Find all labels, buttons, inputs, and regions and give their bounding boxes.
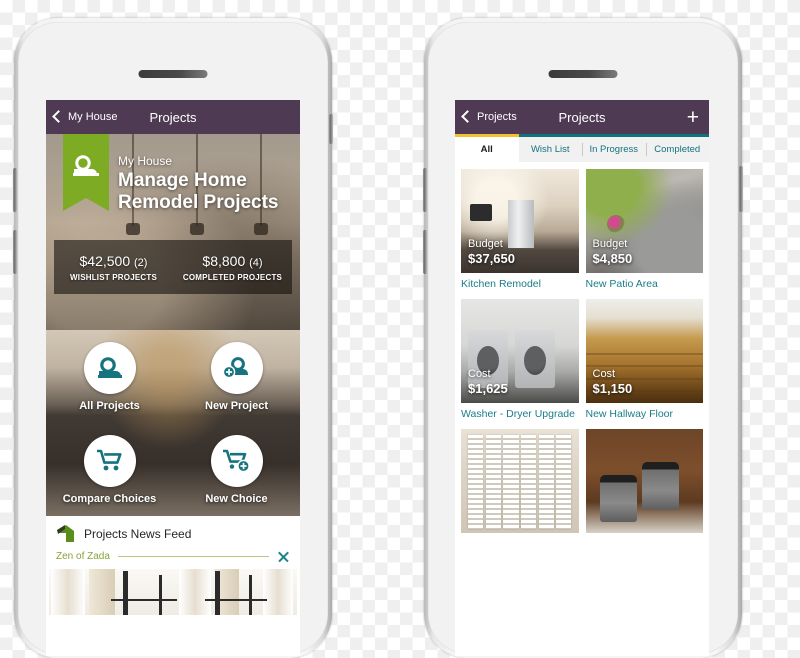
news-feed-divider xyxy=(117,556,269,557)
project-card[interactable] xyxy=(461,428,579,533)
tab-wish-list[interactable]: Wish List xyxy=(518,134,582,162)
back-button-label: Projects xyxy=(477,111,517,123)
project-caption-key: Budget xyxy=(592,238,628,251)
earpiece-speaker-right xyxy=(548,70,618,78)
shopping-cart-icon xyxy=(96,449,121,471)
back-button-projects[interactable]: Projects xyxy=(455,110,517,123)
project-card[interactable] xyxy=(585,428,703,533)
projects-grid: Budget $37,650 Kitchen Remodel Budget $4… xyxy=(455,162,709,533)
shopping-cart-plus-icon xyxy=(222,449,250,473)
project-card[interactable]: Budget $4,850 New Patio Area xyxy=(585,169,704,292)
tab-in-progress-label: In Progress xyxy=(589,144,639,155)
phone-device-right: Projects Projects + All Wish List In Pro… xyxy=(423,18,743,658)
tab-in-progress[interactable]: In Progress xyxy=(582,134,646,162)
kitchen-thumbnail: Budget $37,650 xyxy=(461,169,579,273)
tape-measure-icon xyxy=(97,356,122,378)
project-card[interactable]: Cost $1,625 Washer - Dryer Upgrade xyxy=(461,298,579,422)
hero-headline-line2: Remodel Projects xyxy=(118,192,279,214)
window-shutters-thumbnail xyxy=(461,428,579,533)
news-feed-item-label[interactable]: Zen of Zada xyxy=(56,551,110,562)
tab-completed-label: Completed xyxy=(654,144,701,155)
stat-wishlist-value: $42,500 xyxy=(79,252,131,269)
tape-measure-plus-icon xyxy=(222,356,248,378)
back-button-my-house[interactable]: My House xyxy=(46,110,118,123)
news-feed-title: Projects News Feed xyxy=(84,527,192,541)
quick-actions-section: All Projects New Project Compare Choices… xyxy=(46,330,300,516)
project-caption-key: Cost xyxy=(592,368,616,381)
stat-completed[interactable]: $8,800 (4) COMPLETED PROJECTS xyxy=(173,240,292,294)
hero-headline-line1: Manage Home xyxy=(118,170,247,191)
volume-down-button-right[interactable] xyxy=(423,230,427,274)
project-caption-key: Budget xyxy=(468,238,503,251)
project-card[interactable]: Budget $37,650 Kitchen Remodel xyxy=(461,169,579,292)
action-compare-choices-circle xyxy=(83,434,136,487)
power-button-left[interactable] xyxy=(329,114,333,144)
hero-kicker: My House xyxy=(118,154,173,168)
project-card[interactable]: Cost $1,150 New Hallway Floor xyxy=(585,298,704,422)
laundry-thumbnail: Cost $1,625 xyxy=(461,298,579,403)
project-caption-value: $37,650 xyxy=(468,251,515,267)
tab-all[interactable]: All xyxy=(455,134,519,162)
action-new-choice-circle xyxy=(210,434,263,487)
action-new-choice[interactable]: New Choice xyxy=(173,423,300,516)
hero-text-block: My House Manage Home Remodel Projects xyxy=(118,154,292,215)
project-caption-value: $1,625 xyxy=(468,381,508,397)
close-x-icon[interactable] xyxy=(277,550,290,563)
project-caption-key: Cost xyxy=(468,368,491,381)
stat-wishlist-label: WISHLIST PROJECTS xyxy=(70,272,157,282)
green-house-icon xyxy=(57,525,74,542)
plus-icon[interactable]: + xyxy=(687,107,709,128)
back-button-label: My House xyxy=(68,111,118,123)
project-title[interactable]: New Hallway Floor xyxy=(586,408,704,422)
chevron-left-icon xyxy=(461,110,474,123)
tab-completed[interactable]: Completed xyxy=(645,134,709,162)
power-button-right[interactable] xyxy=(739,166,743,212)
action-all-projects-circle xyxy=(83,341,136,394)
tab-all-label: All xyxy=(480,144,493,155)
volume-up-button-left[interactable] xyxy=(13,168,17,212)
volume-up-button-right[interactable] xyxy=(423,168,427,212)
stat-wishlist[interactable]: $42,500 (2) WISHLIST PROJECTS xyxy=(54,240,173,294)
project-filter-tabs: All Wish List In Progress Completed xyxy=(455,134,709,162)
project-caption-value: $4,850 xyxy=(592,251,633,267)
navbar-right: Projects Projects + xyxy=(455,100,709,134)
phone-screen-left: My House Projects My House Manage Home R… xyxy=(46,100,300,656)
action-all-projects[interactable]: All Projects xyxy=(46,330,173,423)
stats-panel: $42,500 (2) WISHLIST PROJECTS $8,800 (4)… xyxy=(54,240,292,294)
hardwood-floor-thumbnail: Cost $1,150 xyxy=(585,298,703,403)
house-ribbon-badge xyxy=(63,134,109,211)
project-title[interactable]: Kitchen Remodel xyxy=(461,278,579,292)
news-feed-section: Projects News Feed Zen of Zada xyxy=(46,516,300,615)
stat-wishlist-count: (2) xyxy=(134,256,148,269)
navbar-left: My House Projects xyxy=(46,100,300,134)
action-new-project-circle xyxy=(210,341,263,394)
action-new-project-label: New Project xyxy=(205,399,268,412)
phone-screen-right: Projects Projects + All Wish List In Pro… xyxy=(455,100,709,656)
action-compare-choices-label: Compare Choices xyxy=(62,492,157,505)
news-feed-item-header: Zen of Zada xyxy=(46,550,300,569)
stat-completed-value: $8,800 xyxy=(202,252,246,269)
hero-banner: My House Manage Home Remodel Projects $4… xyxy=(46,134,300,330)
action-compare-choices[interactable]: Compare Choices xyxy=(46,423,173,516)
tab-wish-list-label: Wish List xyxy=(530,144,570,155)
patio-thumbnail: Budget $4,850 xyxy=(585,169,703,273)
project-caption-value: $1,150 xyxy=(592,381,633,397)
action-all-projects-label: All Projects xyxy=(79,399,140,412)
tape-measure-icon xyxy=(73,155,99,176)
action-new-choice-label: New Choice xyxy=(205,492,268,505)
trash-bins-thumbnail xyxy=(585,428,703,533)
stat-completed-label: COMPLETED PROJECTS xyxy=(182,272,283,282)
news-feed-header: Projects News Feed xyxy=(46,516,300,550)
project-title[interactable]: Washer - Dryer Upgrade xyxy=(461,408,579,422)
stat-completed-count: (4) xyxy=(249,256,263,269)
action-new-project[interactable]: New Project xyxy=(173,330,300,423)
volume-down-button-left[interactable] xyxy=(13,230,17,274)
earpiece-speaker-left xyxy=(138,70,208,78)
chevron-left-icon xyxy=(52,110,65,123)
news-feed-image-strip[interactable] xyxy=(49,569,297,615)
project-title[interactable]: New Patio Area xyxy=(586,278,704,292)
phone-device-left: My House Projects My House Manage Home R… xyxy=(13,18,333,658)
